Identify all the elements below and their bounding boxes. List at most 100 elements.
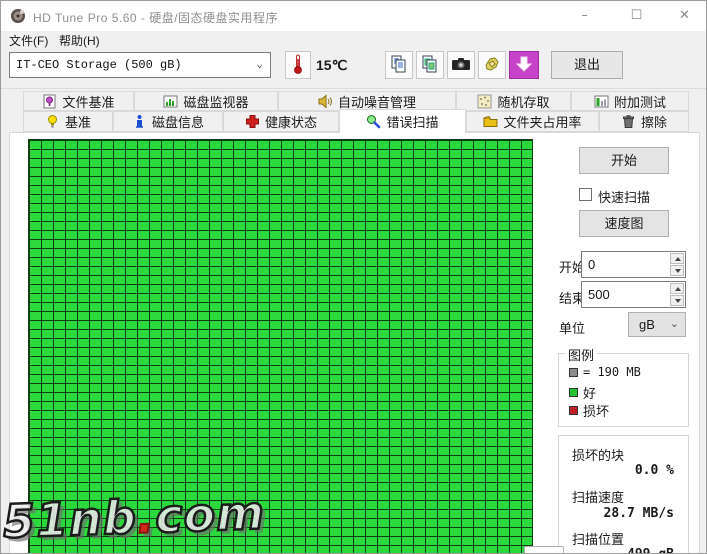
block-swatch bbox=[569, 367, 578, 377]
watermark: 51nb.com bbox=[1, 484, 267, 550]
tab-label: 擦除 bbox=[640, 115, 667, 130]
spin-up-icon[interactable] bbox=[670, 253, 684, 264]
benchmark-icon bbox=[45, 114, 60, 129]
erase-icon bbox=[621, 114, 636, 129]
folder-usage-icon bbox=[483, 114, 498, 129]
legend-bad-label: 损坏 bbox=[583, 404, 610, 419]
end-position-input[interactable]: 500 bbox=[581, 281, 686, 308]
disk-monitor-icon bbox=[163, 94, 178, 109]
copy-image-button[interactable] bbox=[416, 51, 444, 79]
legend-block-size-label: = 190 MB bbox=[583, 365, 641, 379]
tab-label: 文件夹占用率 bbox=[503, 115, 582, 130]
tab-random-access[interactable]: 随机存取 bbox=[456, 91, 571, 111]
unit-field-label: 单位 bbox=[559, 321, 586, 336]
tab-noise-management[interactable]: 自动噪音管理 bbox=[278, 91, 456, 111]
hd-tune-window: HD Tune Pro 5.60 - 硬盘/固态硬盘实用程序 – ☐ ✕ 文件(… bbox=[0, 0, 707, 554]
tab-label: 附加测试 bbox=[613, 94, 666, 110]
minimize-button[interactable]: – bbox=[561, 1, 608, 31]
watermark-text: 51nb bbox=[1, 489, 139, 550]
random-access-icon bbox=[477, 94, 492, 109]
exit-button[interactable]: 退出 bbox=[551, 51, 623, 79]
start-spinner bbox=[670, 253, 684, 276]
legend-good-row: 好 bbox=[569, 383, 596, 402]
end-position-value: 500 bbox=[588, 287, 610, 302]
menu-help[interactable]: 帮助(H) bbox=[59, 32, 100, 49]
window-title: HD Tune Pro 5.60 - 硬盘/固态硬盘实用程序 bbox=[33, 11, 279, 25]
export-button[interactable] bbox=[478, 51, 506, 79]
speed-map-button[interactable]: 速度图 bbox=[579, 210, 669, 237]
down-arrow-icon bbox=[515, 55, 533, 76]
maximize-button[interactable]: ☐ bbox=[613, 1, 660, 31]
legend-title: 图例 bbox=[565, 345, 598, 364]
tab-label: 健康状态 bbox=[264, 115, 317, 130]
temperature-button[interactable] bbox=[285, 51, 311, 79]
tab-error-scan[interactable]: 错误扫描 bbox=[339, 109, 466, 133]
health-status-icon bbox=[245, 114, 260, 129]
legend-good-label: 好 bbox=[583, 386, 597, 401]
tab-file-benchmark[interactable]: 文件基准 bbox=[23, 91, 134, 111]
extra-tests-icon bbox=[594, 94, 609, 109]
close-button[interactable]: ✕ bbox=[661, 1, 706, 31]
file-benchmark-icon bbox=[42, 94, 57, 109]
error-scan-icon bbox=[366, 114, 381, 129]
copy-image-icon bbox=[421, 55, 439, 76]
app-icon bbox=[10, 8, 26, 24]
titlebar: HD Tune Pro 5.60 - 硬盘/固态硬盘实用程序 – ☐ ✕ bbox=[1, 1, 706, 31]
watermark-dot: . bbox=[135, 488, 157, 545]
tab-label: 错误扫描 bbox=[386, 115, 439, 130]
screenshot-button[interactable] bbox=[447, 51, 475, 79]
tab-label: 基准 bbox=[64, 115, 91, 130]
device-select-value: IT-CEO Storage (500 gB) bbox=[16, 58, 182, 72]
copy-text-button[interactable] bbox=[385, 51, 413, 79]
quick-scan-checkbox[interactable] bbox=[579, 188, 592, 201]
chevron-down-icon: ⌄ bbox=[256, 59, 263, 71]
tab-label: 自动噪音管理 bbox=[337, 94, 416, 110]
tab-folder-usage[interactable]: 文件夹占用率 bbox=[466, 111, 599, 132]
tab-disk-info[interactable]: 磁盘信息 bbox=[113, 111, 223, 132]
temperature-value: 15℃ bbox=[316, 57, 348, 73]
menu-file[interactable]: 文件(F) bbox=[9, 32, 48, 49]
device-select[interactable]: IT-CEO Storage (500 gB) ⌄ bbox=[9, 52, 271, 78]
tab-label: 文件基准 bbox=[62, 94, 115, 110]
tab-extra-tests[interactable]: 附加测试 bbox=[571, 91, 689, 111]
end-spinner bbox=[670, 283, 684, 306]
start-position-value: 0 bbox=[588, 257, 596, 272]
scan-stats-groupbox: 损坏的块 0.0 % 扫描速度 28.7 MB/s 扫描位置 499 gB bbox=[558, 435, 689, 553]
bad-swatch bbox=[569, 406, 578, 415]
tab-benchmark[interactable]: 基准 bbox=[23, 111, 113, 132]
scan-speed-value: 28.7 MB/s bbox=[603, 506, 674, 521]
scan-position-value: 499 gB bbox=[627, 547, 674, 553]
damaged-blocks-value: 0.0 % bbox=[634, 463, 674, 478]
tab-label: 磁盘信息 bbox=[151, 115, 204, 130]
spin-up-icon[interactable] bbox=[670, 283, 684, 294]
tab-disk-monitor[interactable]: 磁盘监视器 bbox=[134, 91, 278, 111]
start-position-input[interactable]: 0 bbox=[581, 251, 686, 278]
legend-block-size-row: = 190 MB bbox=[569, 365, 641, 379]
unit-select-value: gB bbox=[639, 317, 655, 332]
noise-management-icon bbox=[318, 93, 333, 109]
partial-cutoff-element bbox=[524, 546, 564, 553]
capture-download-button[interactable] bbox=[509, 51, 539, 79]
quick-scan-label[interactable]: 快速扫描 bbox=[598, 187, 650, 206]
damaged-blocks-label: 损坏的块 bbox=[572, 448, 625, 463]
scan-speed-label: 扫描速度 bbox=[572, 490, 625, 505]
good-swatch bbox=[569, 388, 578, 397]
scan-position-label: 扫描位置 bbox=[572, 532, 625, 547]
tab-health-status[interactable]: 健康状态 bbox=[223, 111, 339, 132]
tab-label: 随机存取 bbox=[497, 94, 550, 110]
spin-down-icon[interactable] bbox=[670, 265, 684, 276]
thermometer-icon bbox=[291, 53, 305, 78]
spin-down-icon[interactable] bbox=[670, 295, 684, 306]
disk-info-icon bbox=[132, 114, 147, 129]
watermark-text: com bbox=[153, 484, 267, 544]
camera-icon bbox=[451, 56, 471, 75]
menu-bar: 文件(F) 帮助(H) bbox=[1, 31, 706, 48]
chevron-down-icon: ⌄ bbox=[669, 318, 679, 330]
legend-groupbox: 图例 = 190 MB 好 损坏 bbox=[558, 345, 689, 427]
copy-text-icon bbox=[390, 55, 408, 76]
tab-erase[interactable]: 擦除 bbox=[599, 111, 689, 132]
export-icon bbox=[483, 55, 501, 76]
tab-label: 磁盘监视器 bbox=[183, 94, 249, 110]
start-scan-button[interactable]: 开始 bbox=[579, 147, 669, 174]
unit-select[interactable]: gB ⌄ bbox=[628, 312, 686, 337]
